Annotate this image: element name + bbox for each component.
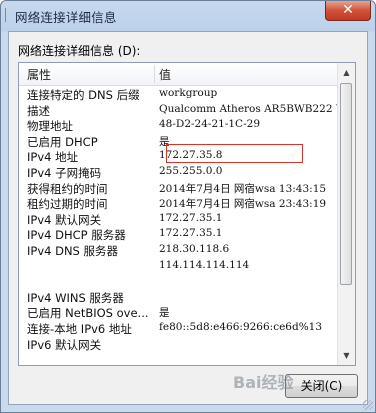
table-row[interactable] <box>19 273 339 289</box>
table-row[interactable]: IPv4 DHCP 服务器 172.27.35.1 <box>19 226 339 242</box>
column-header-property[interactable]: 属性 <box>27 66 51 83</box>
watermark-logo: Bai经验 <box>233 373 294 392</box>
row-value: workgroup <box>159 87 218 99</box>
row-property: IPv4 默认网关 <box>27 212 102 227</box>
row-value: 172.27.35.1 <box>159 211 223 224</box>
mac-address-highlight <box>166 144 303 163</box>
close-button[interactable]: 关闭(C) <box>285 374 358 398</box>
table-row[interactable]: 物理地址 48-D2-24-21-1C-29 <box>19 117 339 133</box>
title-close-button[interactable]: ✕ <box>325 1 371 21</box>
close-icon: ✕ <box>342 2 354 18</box>
row-property: 连接-本地 IPv6 地址 <box>27 321 132 336</box>
list-header: 属性 值 <box>19 63 339 86</box>
column-divider[interactable] <box>154 65 155 83</box>
window-title: 网络连接详细信息 <box>15 10 117 25</box>
row-value: 48-D2-24-21-1C-29 <box>159 118 260 131</box>
table-row[interactable]: 租约过期的时间 2014年7月4日 网宿wsa 23:43:19 <box>19 195 339 211</box>
row-property: 描述 <box>27 103 50 118</box>
row-property: IPv6 默认网关 <box>27 337 102 352</box>
scroll-down-arrow-icon[interactable]: ▼ <box>340 348 353 363</box>
row-property: 租约过期的时间 <box>27 197 108 212</box>
row-value: 2014年7月4日 网宿wsa 23:43:19 <box>159 198 327 211</box>
vertical-scrollbar[interactable]: ▲ ▼ <box>337 63 355 365</box>
resize-grip[interactable] <box>363 400 373 410</box>
row-property: 连接特定的 DNS 后缀 <box>27 88 140 102</box>
title-bar[interactable]: 网络连接详细信息 ✕ <box>1 1 375 31</box>
row-value: Qualcomm Atheros AR5BWB222 Wir <box>159 102 355 115</box>
row-property: IPv4 DNS 服务器 <box>27 243 119 258</box>
row-value: fe80::5d8:e466:9266:ce6d%13 <box>159 320 323 333</box>
details-group-label: 网络连接详细信息 (D): <box>18 44 141 58</box>
row-property: 物理地址 <box>27 119 73 134</box>
table-row[interactable]: IPv4 DNS 服务器 218.30.118.6 <box>19 242 339 258</box>
row-property: 已启用 DHCP <box>27 134 98 149</box>
table-row[interactable]: IPv4 WINS 服务器 <box>19 289 339 305</box>
row-value: 255.255.0.0 <box>159 164 223 177</box>
table-row[interactable]: 连接特定的 DNS 后缀 workgroup <box>19 86 339 102</box>
details-rows: 连接特定的 DNS 后缀 workgroup 描述 Qualcomm Atheros … <box>19 86 355 352</box>
row-property: IPv4 地址 <box>27 150 79 165</box>
row-value: 是 <box>159 307 170 320</box>
row-value: 172.27.35.1 <box>159 227 223 240</box>
table-row[interactable]: 已启用 NetBIOS ove... 是 <box>19 304 339 320</box>
table-row[interactable]: IPv4 默认网关 172.27.35.1 <box>19 211 339 227</box>
network-details-dialog: 网络连接详细信息 ✕ 网络连接详细信息 (D): 属性 值 连接特定的 DNS … <box>0 0 376 413</box>
scroll-thumb[interactable] <box>340 83 352 285</box>
row-value: 114.114.114.114 <box>159 258 250 271</box>
table-row[interactable]: 获得租约的时间 2014年7月4日 网宿wsa 13:43:15 <box>19 180 339 196</box>
row-property: IPv4 WINS 服务器 <box>27 290 124 305</box>
table-row[interactable]: IPv6 默认网关 <box>19 336 339 352</box>
column-header-value[interactable]: 值 <box>159 66 171 83</box>
row-property: IPv4 DHCP 服务器 <box>27 228 126 243</box>
table-row[interactable]: IPv4 子网掩码 255.255.0.0 <box>19 164 339 180</box>
table-row[interactable]: 连接-本地 IPv6 地址 fe80::5d8:e466:9266:ce6d%13 <box>19 320 339 336</box>
row-value: 218.30.118.6 <box>159 242 230 255</box>
dialog-body: 网络连接详细信息 (D): 属性 值 连接特定的 DNS 后缀 workgroup… <box>8 31 368 405</box>
row-property: 获得租约的时间 <box>27 181 108 196</box>
row-property: IPv4 子网掩码 <box>27 165 102 180</box>
table-row[interactable]: 描述 Qualcomm Atheros AR5BWB222 Wir <box>19 102 355 118</box>
scroll-up-arrow-icon[interactable]: ▲ <box>340 65 353 80</box>
row-value: 2014年7月4日 网宿wsa 13:43:15 <box>159 182 327 195</box>
table-row[interactable]: 114.114.114.114 <box>19 258 339 274</box>
row-property: 已启用 NetBIOS ove... <box>27 306 149 321</box>
details-list-view[interactable]: 属性 值 连接特定的 DNS 后缀 workgroup 描述 Qualcomm Ath… <box>18 62 356 366</box>
